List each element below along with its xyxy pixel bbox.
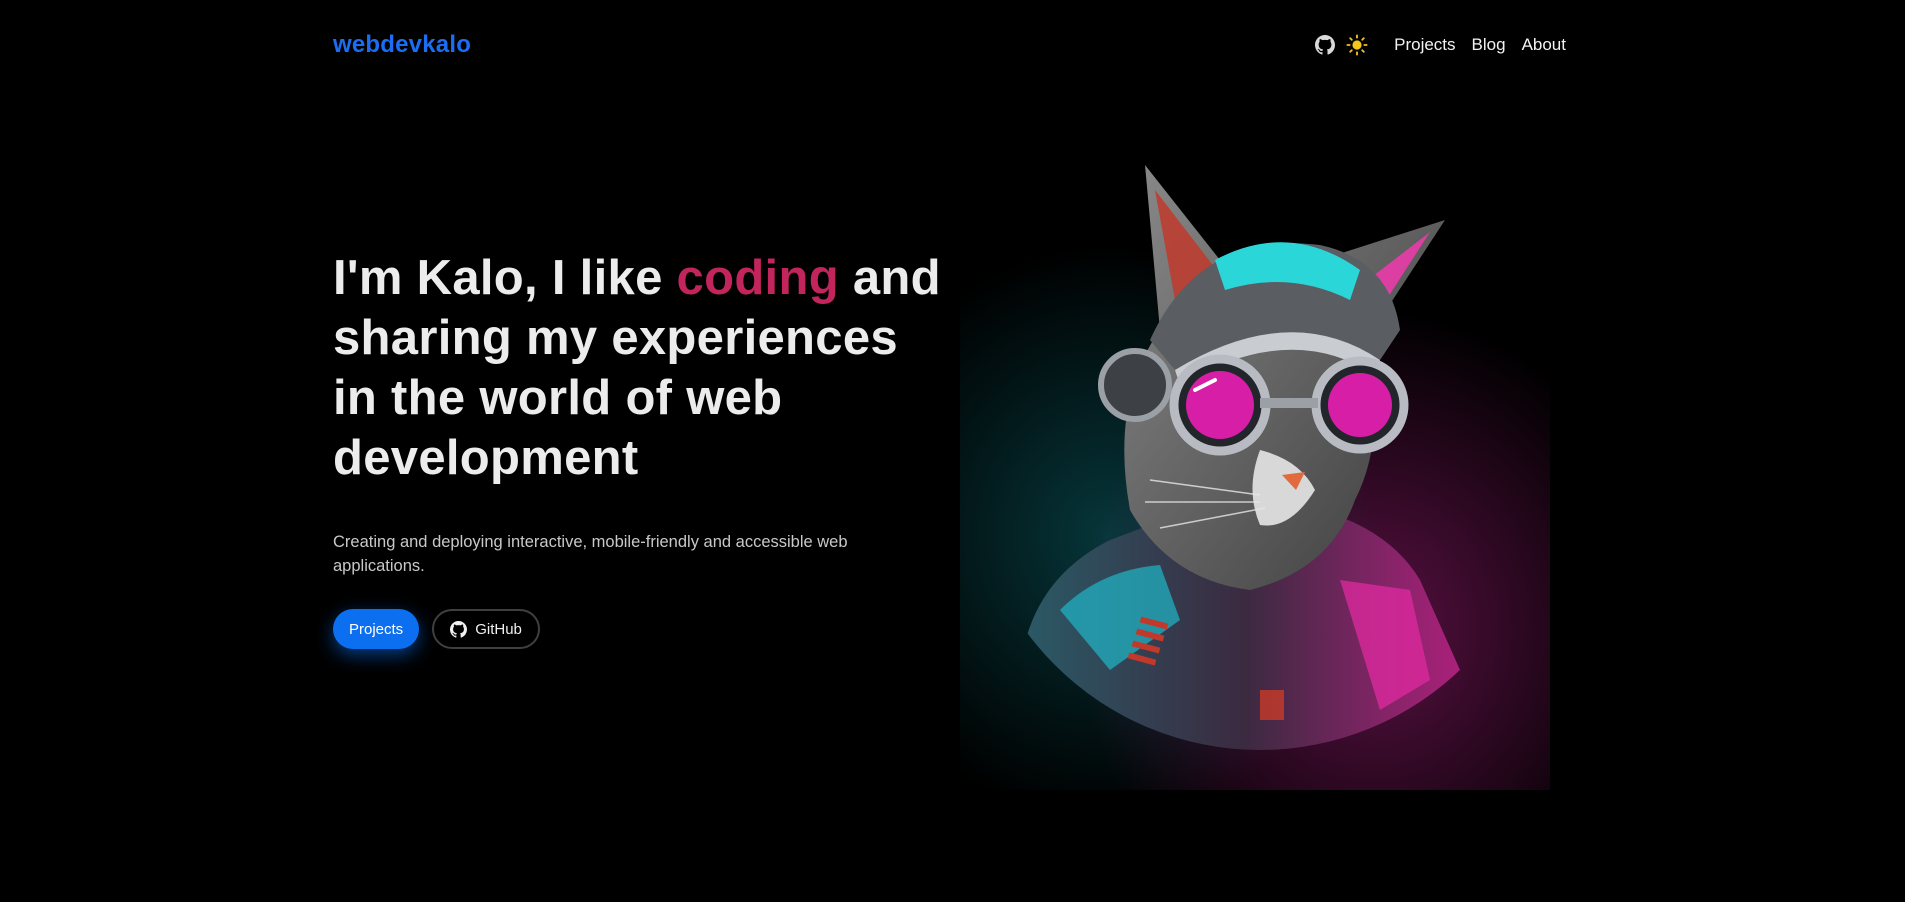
nav-blog[interactable]: Blog [1472,35,1506,55]
cyberpunk-cat-illustration [960,150,1550,790]
github-icon[interactable] [1312,32,1338,58]
sun-icon[interactable] [1344,32,1370,58]
hero-title-start: I'm Kalo, I like [333,251,677,305]
hero-subtitle: Creating and deploying interactive, mobi… [333,533,848,575]
projects-button[interactable]: Projects [333,609,420,649]
brand-logo[interactable]: webdevkalo [333,31,471,59]
hero-title-accent: coding [676,251,839,305]
site-header: webdevkalo Projects Blog About [333,28,1566,62]
github-button-label: GitHub [475,620,522,638]
nav-projects[interactable]: Projects [1394,35,1455,55]
github-icon [450,620,468,638]
top-nav: Projects Blog About [1312,32,1566,58]
nav-links: Projects Blog About [1394,35,1566,55]
github-button[interactable]: GitHub [432,609,540,649]
nav-about[interactable]: About [1522,35,1566,55]
page: webdevkalo Projects Blog About I'm Kalo,… [0,0,1905,902]
hero-actions: Projects GitHub [333,609,540,649]
hero-title: I'm Kalo, I like coding and sharing my e… [333,248,953,488]
